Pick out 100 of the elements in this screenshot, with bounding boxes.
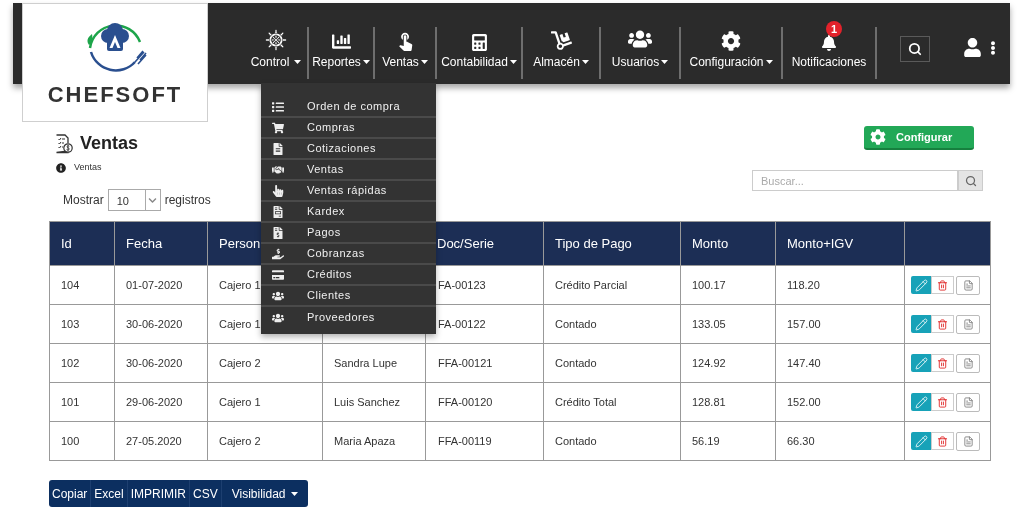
edit-button[interactable] [911, 315, 931, 333]
trash-icon [937, 357, 948, 369]
calculator-icon [470, 34, 488, 51]
document-button[interactable] [956, 353, 980, 373]
table-cell: FFA-00120 [425, 382, 544, 422]
table-cell: 157.00 [775, 304, 905, 344]
export-button[interactable]: IMPRIMIR [127, 480, 191, 507]
menu-item[interactable]: Créditos [261, 265, 436, 286]
document-icon [962, 279, 974, 291]
trash-icon [937, 279, 948, 291]
table-cell: 152.00 [775, 382, 905, 422]
table-cell: Crédito Parcial [543, 265, 681, 305]
table-cell: FFA-00121 [425, 343, 544, 383]
trash-icon [937, 396, 948, 408]
table-cell: Crédito Total [543, 382, 681, 422]
edit-button[interactable] [911, 432, 931, 450]
document-icon [962, 357, 974, 369]
table-cell: Maria Apaza [322, 421, 426, 461]
document-icon [272, 142, 284, 155]
table-cell: 100 [49, 421, 115, 461]
menu-item[interactable]: Orden de compra [261, 97, 436, 118]
search-icon [964, 174, 977, 187]
pencil-icon [914, 278, 928, 292]
edit-button[interactable] [911, 276, 931, 294]
menu-item[interactable]: Ventas rápidas [261, 181, 436, 202]
column-header: Id [49, 221, 115, 266]
pencil-icon [914, 356, 928, 370]
user-icon [963, 38, 982, 57]
menu-item[interactable]: Kardex [261, 202, 436, 223]
table-cell: Sandra Lupe [322, 343, 426, 383]
cart-icon [272, 121, 284, 134]
nav-item[interactable]: Configuración [681, 27, 783, 79]
delete-button[interactable] [931, 276, 954, 294]
table-cell: 56.19 [680, 421, 776, 461]
table-cell: 30-06-2020 [114, 343, 208, 383]
menu-item[interactable]: Cotizaciones [261, 139, 436, 160]
card-icon [272, 268, 284, 281]
page-size-select[interactable]: 10 [107, 189, 161, 211]
document-button[interactable] [956, 392, 980, 412]
document-button[interactable] [956, 431, 980, 451]
edit-button[interactable] [911, 354, 931, 372]
nav-item[interactable]: Contabilidad [437, 27, 523, 79]
column-header: Monto [680, 221, 776, 266]
table-cell: 30-06-2020 [114, 304, 208, 344]
table-cell: 100.17 [680, 265, 776, 305]
delete-button[interactable] [931, 393, 954, 411]
trash-icon [937, 435, 948, 447]
table-cell: 01-07-2020 [114, 265, 208, 305]
delete-button[interactable] [931, 432, 954, 450]
notification-badge: 1 [826, 21, 842, 37]
edit-button[interactable] [911, 393, 931, 411]
table-cell: 147.40 [775, 343, 905, 383]
column-header: Monto+IGV [775, 221, 905, 266]
ship-wheel-icon [265, 29, 287, 51]
invoice-icon [55, 133, 73, 154]
nav-item[interactable]: Control [245, 27, 309, 79]
info-icon [56, 163, 66, 173]
export-button[interactable]: Copiar [49, 480, 92, 507]
logo-text: CHEFSOFT [47, 84, 183, 106]
nav-item[interactable]: Usuarios [601, 27, 681, 79]
users-icon [272, 311, 284, 324]
pencil-icon [914, 395, 928, 409]
pencil-icon [914, 434, 928, 448]
table-cell: 101 [49, 382, 115, 422]
nav-item[interactable]: Almacén [523, 27, 601, 79]
show-label: Mostrar [63, 192, 104, 209]
export-button[interactable]: Visibilidad [221, 480, 308, 507]
export-button[interactable]: CSV [190, 480, 222, 507]
money-document-icon [272, 226, 284, 239]
table-cell: 128.81 [680, 382, 776, 422]
table-cell: Cajero 2 [207, 343, 323, 383]
table-cell: 103 [49, 304, 115, 344]
bell-icon [821, 35, 837, 51]
export-button[interactable]: Excel [91, 480, 128, 507]
table-cell: Luis Sanchez [322, 382, 426, 422]
nav-item[interactable]: Ventas [375, 27, 437, 79]
document-icon [962, 435, 974, 447]
invoice-icon [272, 205, 284, 218]
delete-button[interactable] [931, 354, 954, 372]
table-cell: Cajero 2 [207, 421, 323, 461]
menu-item[interactable]: Clientes [261, 286, 436, 307]
table-cell: 66.30 [775, 421, 905, 461]
document-button[interactable] [956, 275, 980, 295]
table-cell: 104 [49, 265, 115, 305]
nav-item[interactable]: Reportes [309, 27, 375, 79]
table-cell: Contado [543, 343, 681, 383]
table-cell: 29-06-2020 [114, 382, 208, 422]
menu-item[interactable]: Compras [261, 118, 436, 139]
breadcrumb-text: Ventas [74, 161, 102, 175]
delete-button[interactable] [931, 315, 954, 333]
search-button[interactable] [900, 36, 930, 62]
menu-item[interactable]: Pagos [261, 223, 436, 244]
document-button[interactable] [956, 314, 980, 334]
menu-item[interactable]: Ventas [261, 160, 436, 181]
search-field[interactable]: Buscar... [752, 170, 958, 191]
menu-item[interactable]: Cobranzas [261, 244, 436, 265]
hand-pointer-icon [272, 184, 284, 197]
document-icon [962, 396, 974, 408]
table-cell: FFA-00119 [425, 421, 544, 461]
hand-truck-icon [550, 30, 572, 51]
